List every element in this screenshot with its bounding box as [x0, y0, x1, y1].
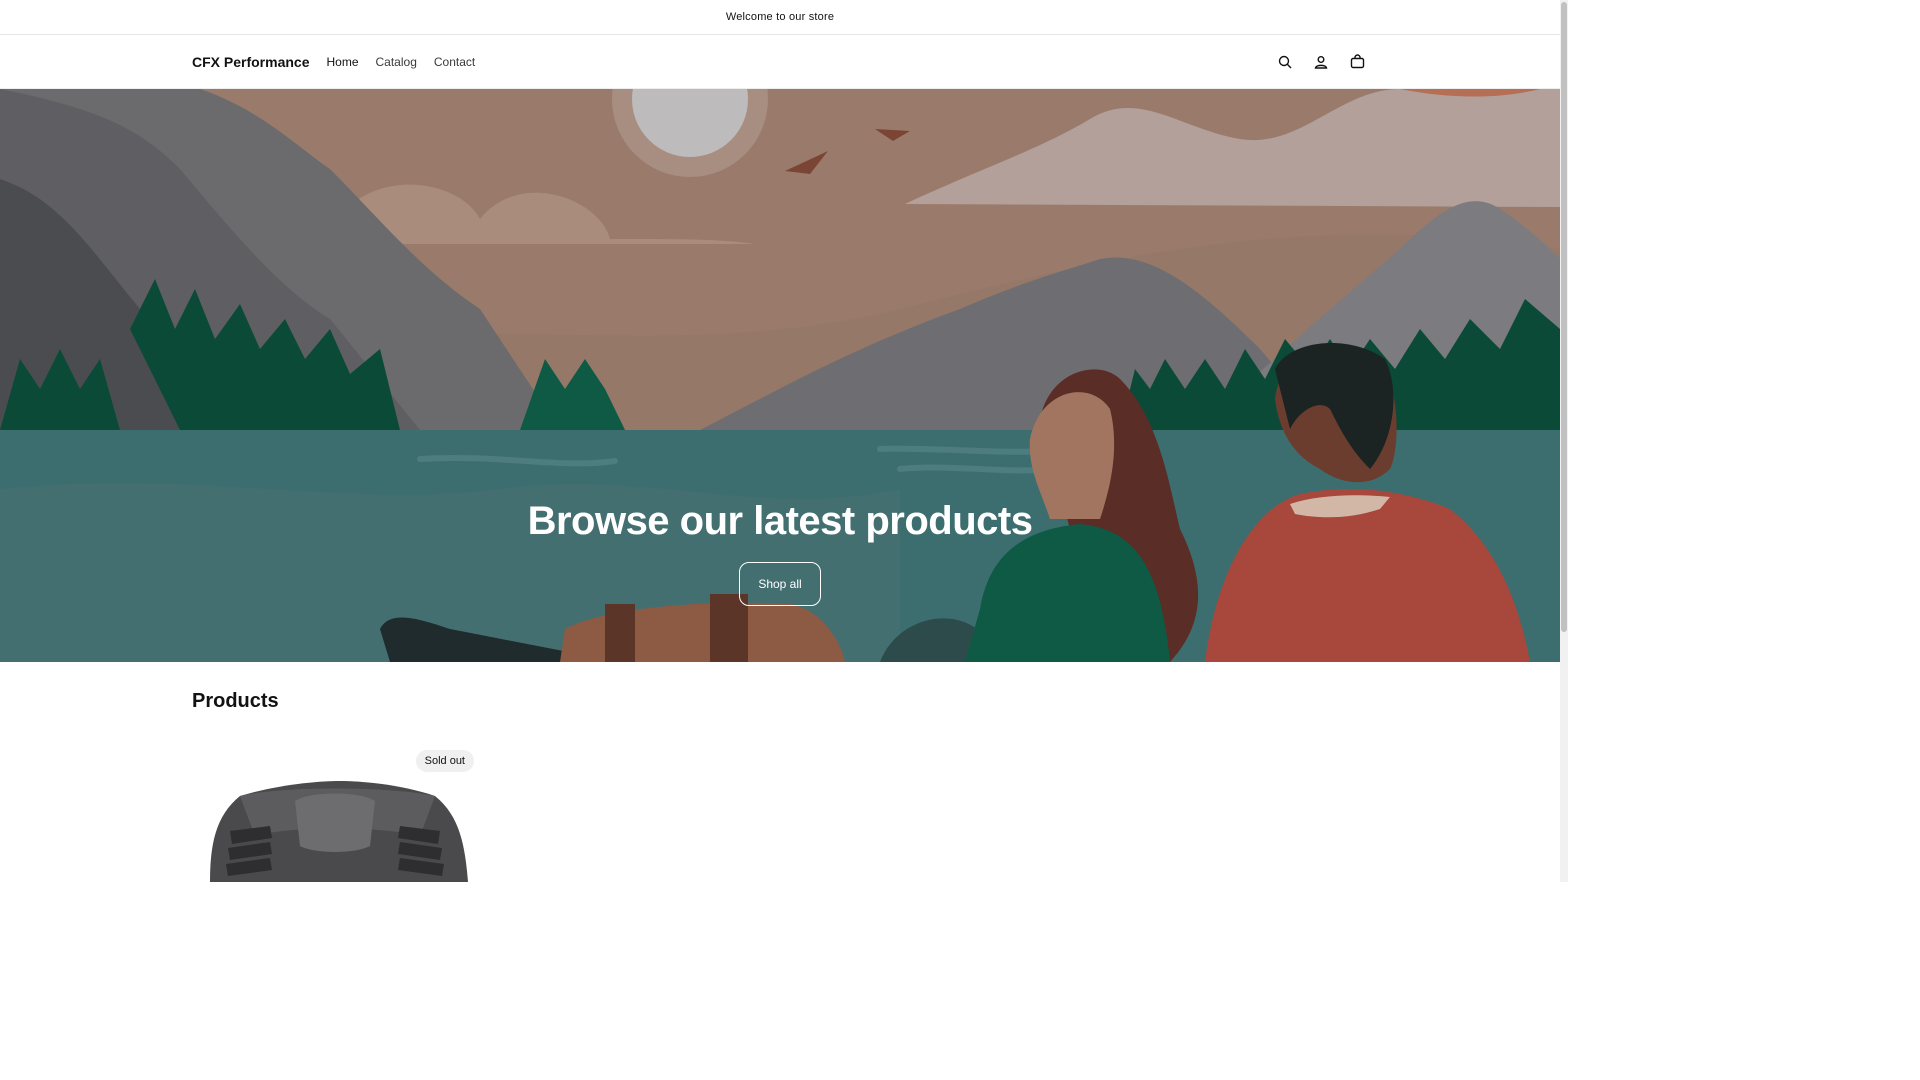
hero-title: Browse our latest products: [527, 499, 1033, 543]
sold-out-badge: Sold out: [415, 750, 474, 772]
cart-icon[interactable]: [1346, 51, 1368, 73]
announcement-bar: Welcome to our store: [0, 0, 1560, 35]
announcement-text: Welcome to our store: [725, 11, 835, 23]
product-image[interactable]: [200, 776, 470, 882]
products-title: Products: [192, 690, 279, 712]
search-icon[interactable]: [1274, 51, 1296, 73]
account-icon[interactable]: [1310, 51, 1332, 73]
page-scrollbar[interactable]: [1560, 0, 1568, 882]
nav-catalog[interactable]: Catalog: [376, 55, 417, 69]
header-icons: [1274, 51, 1368, 73]
hero-banner: Browse our latest products Shop all: [0, 89, 1560, 662]
shop-all-button[interactable]: Shop all: [739, 562, 821, 606]
products-section: Products Sold out: [192, 690, 474, 882]
nav-home[interactable]: Home: [326, 55, 358, 69]
product-card[interactable]: Sold out: [192, 750, 476, 890]
site-header: CFX Performance Home Catalog Contact: [0, 35, 1560, 89]
nav-contact[interactable]: Contact: [434, 55, 475, 69]
hero-content: Browse our latest products Shop all: [0, 499, 1560, 606]
main-nav: Home Catalog Contact: [326, 55, 475, 69]
scrollbar-thumb[interactable]: [1561, 2, 1567, 632]
store-logo[interactable]: CFX Performance: [192, 54, 309, 70]
